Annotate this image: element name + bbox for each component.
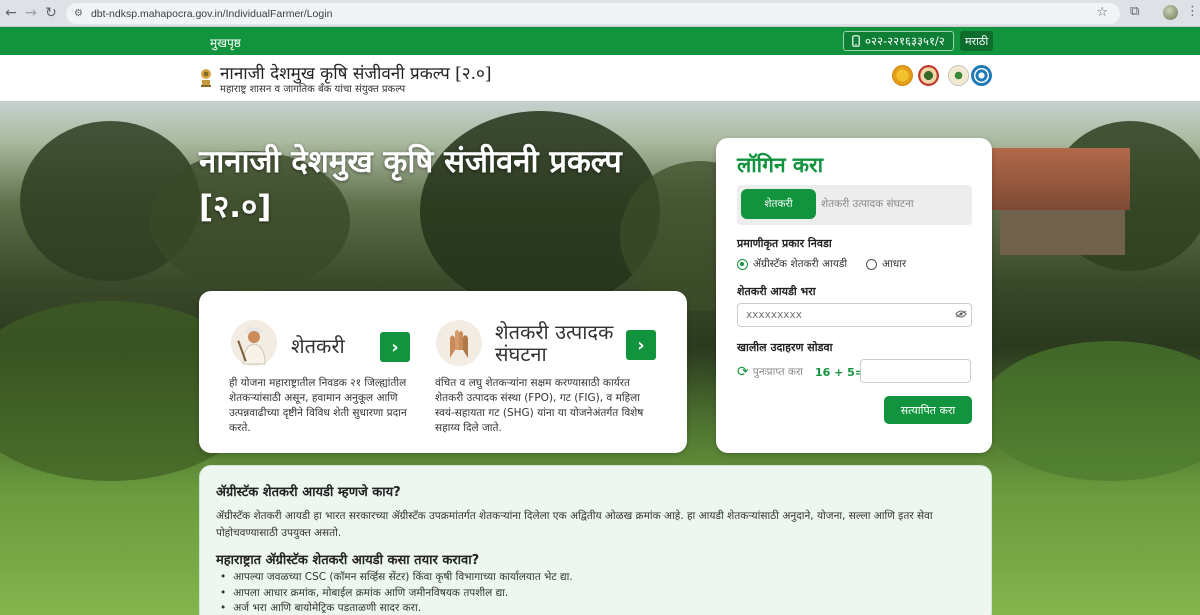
world-bank-logo-icon	[971, 65, 992, 86]
captcha-equation: 16 + 5=	[814, 365, 865, 379]
forward-icon[interactable]: →	[20, 5, 42, 21]
steps-list: आपल्या जवळच्या CSC (कॉमन सर्व्हिस सेंटर)…	[220, 570, 573, 615]
reload-icon[interactable]: ↻	[40, 5, 62, 21]
language-button[interactable]: मराठी	[960, 31, 994, 51]
list-item: आपल्या जवळच्या CSC (कॉमन सर्व्हिस सेंटर)…	[220, 570, 573, 586]
list-item: अर्ज भरा आणि बायोमेट्रिक पडताळणी सादर कर…	[220, 601, 573, 615]
fpo-card-title: शेतकरी उत्पादक संघटना	[495, 320, 614, 366]
home-link[interactable]: मुखपृष्ठ	[210, 34, 241, 51]
browser-toolbar: ← → ↻ ⚙ dbt-ndksp.mahapocra.gov.in/Indiv…	[0, 0, 1200, 27]
phone-number[interactable]: ०२२-२२१६३३५१/२	[843, 31, 954, 51]
hero-title: नानाजी देशमुख कृषि संजीवनी प्रकल्प [२.०]	[199, 144, 622, 225]
auth-type-label: प्रमाणीकृत प्रकार निवडा	[737, 237, 832, 250]
menu-icon[interactable]: ⋮	[1186, 4, 1199, 19]
address-bar[interactable]: ⚙ dbt-ndksp.mahapocra.gov.in/IndividualF…	[66, 3, 1120, 24]
captcha-label: खालील उदाहरण सोडवा	[737, 341, 833, 354]
farmer-icon	[231, 320, 277, 366]
maharashtra-logo-icon	[892, 65, 913, 86]
house-wall	[1000, 210, 1125, 255]
radio-aadhar[interactable]: आधार	[866, 257, 906, 271]
top-bar: मुखपृष्ठ ०२२-२२१६३३५१/२ मराठी	[0, 27, 1200, 55]
chevron-right-icon: ›	[637, 334, 645, 356]
verify-button[interactable]: सत्यापित करा	[884, 396, 972, 424]
refresh-captcha-link[interactable]: पुनःप्राप्त करा	[753, 365, 803, 379]
radio-agristack[interactable]: ॲग्रीस्टॅक शेतकरी आयडी	[737, 257, 847, 271]
fpo-arrow-button[interactable]: ›	[626, 330, 656, 360]
farmer-arrow-button[interactable]: ›	[380, 332, 410, 362]
login-panel: लॉगिन करा शेतकरी शेतकरी उत्पादक संघटना प…	[716, 138, 992, 453]
list-item: आपला आधार क्रमांक, मोबाईल क्रमांक आणि जम…	[220, 586, 573, 602]
login-tabs: शेतकरी शेतकरी उत्पादक संघटना	[737, 185, 972, 225]
radio-aadhar-dot[interactable]	[866, 258, 877, 270]
pocra-logo-icon	[918, 65, 939, 86]
farmer-card-title: शेतकरी	[291, 334, 345, 358]
farmer-id-input[interactable]	[737, 303, 972, 327]
agriculture-logo-icon	[948, 65, 969, 86]
url-text: dbt-ndksp.mahapocra.gov.in/IndividualFar…	[90, 7, 333, 20]
tab-farmer[interactable]: शेतकरी	[741, 189, 816, 219]
header-subtitle: महाराष्ट्र शासन व जागतिक बँक यांचा संयुक…	[220, 84, 406, 95]
extensions-icon[interactable]: ⧉	[1130, 4, 1139, 19]
farmer-card-description: ही योजना महाराष्ट्रातील निवडक २१ जिल्ह्य…	[229, 377, 407, 434]
captcha-answer-input[interactable]	[860, 359, 971, 383]
phone-text: ०२२-२२१६३३५१/२	[865, 33, 945, 48]
eye-icon[interactable]	[955, 308, 967, 321]
state-emblem-icon	[201, 69, 211, 87]
chevron-right-icon: ›	[391, 336, 399, 358]
house-roof	[990, 148, 1130, 210]
fpo-card-description: वंचित व लघु शेतकऱ्यांना सक्षम करण्यासाठी…	[435, 377, 644, 434]
tab-fpo[interactable]: शेतकरी उत्पादक संघटना	[821, 197, 914, 211]
site-header	[0, 55, 1200, 101]
refresh-icon[interactable]: ⟳	[737, 364, 749, 380]
hands-icon	[436, 320, 482, 366]
site-info-icon[interactable]: ⚙	[74, 8, 83, 19]
radio-agristack-dot[interactable]	[737, 258, 748, 270]
back-icon[interactable]: ←	[0, 5, 22, 21]
radio-aadhar-label: आधार	[882, 258, 907, 270]
info-section: ॲग्रीस्टॅक शेतकरी आयडी म्हणजे काय? ॲग्री…	[199, 465, 992, 615]
info-text: ॲग्रीस्टॅक शेतकरी आयडी हा भारत सरकारच्या…	[216, 510, 933, 539]
info-title: ॲग्रीस्टॅक शेतकरी आयडी म्हणजे काय?	[216, 485, 401, 500]
farmer-id-label: शेतकरी आयडी भरा	[737, 285, 816, 298]
category-cards: शेतकरी › ही योजना महाराष्ट्रातील निवडक २…	[199, 291, 687, 453]
bookmark-star-icon[interactable]: ☆	[1096, 5, 1108, 20]
radio-agristack-label: ॲग्रीस्टॅक शेतकरी आयडी	[753, 258, 848, 270]
info-subtitle: महाराष्ट्रात ॲग्रीस्टॅक शेतकरी आयडी कसा …	[216, 553, 480, 568]
login-title: लॉगिन करा	[737, 153, 824, 177]
phone-icon	[852, 35, 860, 47]
profile-avatar[interactable]	[1163, 5, 1178, 20]
